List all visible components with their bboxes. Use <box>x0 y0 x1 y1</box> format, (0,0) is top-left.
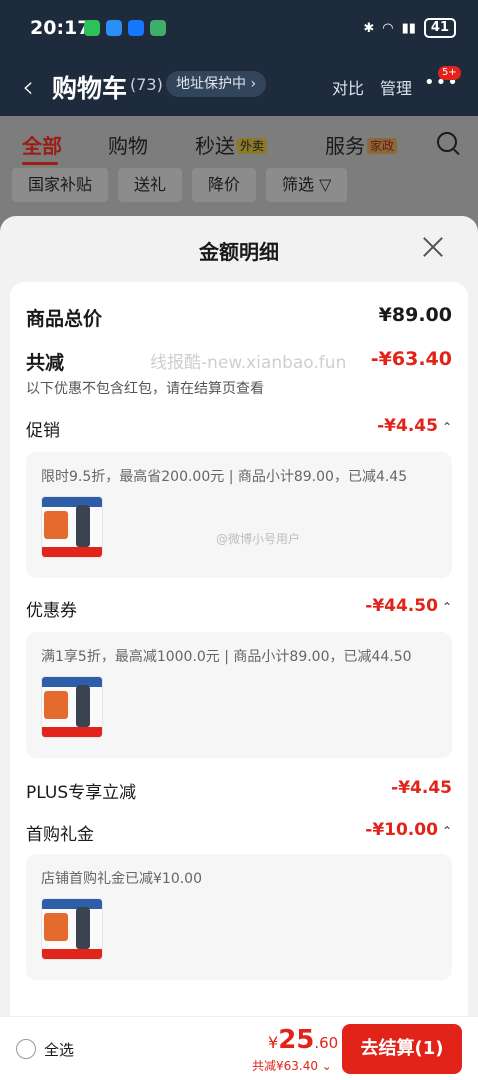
total-price: ¥25.60 <box>268 1025 338 1055</box>
thumb-footer <box>42 949 102 959</box>
tab-instant-tag: 外卖 <box>237 138 268 154</box>
coupon-label: 优惠券 <box>26 601 77 621</box>
total-value: ¥89.00 <box>378 304 452 326</box>
promo-detail: 限时9.5折，最高省200.00元 | 商品小计89.00，已减4.45 @微博… <box>26 452 452 578</box>
first-gift-detail-text: 店铺首购礼金已减¥10.00 <box>41 871 202 887</box>
price-integer: 25 <box>278 1025 315 1055</box>
sheet-title: 金额明细 <box>199 240 279 264</box>
thumb-footer <box>42 727 102 737</box>
alipay-icon <box>128 20 144 36</box>
thumb-footer <box>42 547 102 557</box>
thumb-banner <box>42 899 102 909</box>
promo-row[interactable]: 促销 -¥4.45 <box>26 416 452 442</box>
thumb-banner <box>42 497 102 507</box>
thumb-banner <box>42 677 102 687</box>
wifi-icon: ◠ <box>382 20 394 36</box>
product-thumbnail[interactable] <box>41 676 103 738</box>
address-protect-button[interactable]: 地址保护中 › <box>166 71 267 97</box>
thumb-gift-box <box>44 511 68 539</box>
coupon-detail: 满1享5折，最高减1000.0元 | 商品小计89.00，已减44.50 <box>26 632 452 758</box>
chip-gift[interactable]: 送礼 <box>118 168 183 202</box>
product-thumbnail[interactable] <box>41 898 103 960</box>
plus-label: PLUS专享立减 <box>26 783 137 803</box>
app-icon <box>150 20 166 36</box>
price-currency: ¥ <box>268 1033 279 1052</box>
chip-national-subsidy[interactable]: 国家补贴 <box>12 168 109 202</box>
thumb-gift-box <box>44 691 68 719</box>
first-gift-row[interactable]: 首购礼金 -¥10.00 <box>26 820 452 846</box>
checkout-bar: 全选 ¥25.60 共减¥63.40 ⌄ 去结算(1) <box>0 1016 478 1080</box>
cart-header: ‹ 购物车 (73) 地址保护中 › 对比 管理 ••• 5+ <box>0 60 478 116</box>
first-gift-value: -¥10.00 <box>365 820 452 840</box>
coupon-detail-text: 满1享5折，最高减1000.0元 | 商品小计89.00，已减44.50 <box>41 649 412 665</box>
thumb-bottle <box>76 907 90 949</box>
message-badge: 5+ <box>438 66 461 80</box>
status-bar: 20:17 ✱ ◠ ▮▮ 41 <box>0 0 478 60</box>
total-row: 商品总价 ¥89.00 <box>26 304 452 330</box>
select-all-label[interactable]: 全选 <box>44 1039 74 1060</box>
plus-value: -¥4.45 <box>391 778 452 798</box>
signal-icon: ▮▮ <box>401 20 416 36</box>
status-right: ✱ ◠ ▮▮ 41 <box>363 18 456 38</box>
tab-shopping[interactable]: 购物 <box>108 130 148 159</box>
tab-service-tag: 家政 <box>367 138 398 154</box>
plus-row: PLUS专享立减 -¥4.45 <box>26 778 452 804</box>
watermark: 线报酷-new.xianbao.fun <box>150 353 347 373</box>
tab-service-label: 服务 <box>325 134 365 158</box>
thumb-bottle <box>76 685 90 727</box>
tab-instant[interactable]: 秒送 外卖 <box>195 130 268 159</box>
compare-button[interactable]: 对比 <box>332 75 364 99</box>
chip-filter[interactable]: 筛选 ▽ <box>266 168 348 202</box>
coupon-value: -¥44.50 <box>365 596 452 616</box>
chip-price-drop[interactable]: 降价 <box>192 168 257 202</box>
amount-card: 商品总价 ¥89.00 共减 -¥63.40 线报酷-new.xianbao.f… <box>10 282 468 1016</box>
cart-count: (73) <box>130 75 163 94</box>
amount-detail-sheet: 金额明细 商品总价 ¥89.00 共减 -¥63.40 线报酷-new.xian… <box>0 216 478 1016</box>
first-gift-detail: 店铺首购礼金已减¥10.00 <box>26 854 452 980</box>
cart-tabs: 全部 购物 秒送 外卖 服务 家政 <box>0 124 478 165</box>
coupon-row[interactable]: 优惠券 -¥44.50 <box>26 596 452 622</box>
status-app-icons <box>84 20 166 36</box>
checkout-button[interactable]: 去结算(1) <box>342 1024 462 1074</box>
first-gift-label: 首购礼金 <box>26 825 94 845</box>
promo-value: -¥4.45 <box>377 416 452 436</box>
discount-label: 共减 <box>26 352 65 374</box>
tab-all[interactable]: 全部 <box>22 130 62 159</box>
bluetooth-icon: ✱ <box>363 20 375 36</box>
discount-note: 以下优惠不包含红包，请在结算页查看 <box>26 381 264 397</box>
search-icon[interactable] <box>437 132 457 152</box>
tab-underline <box>22 162 58 165</box>
close-icon[interactable] <box>420 234 446 260</box>
wechat-icon <box>84 20 100 36</box>
message-icon <box>106 20 122 36</box>
select-all-checkbox[interactable] <box>16 1039 36 1059</box>
weibo-watermark: @微博小号用户 <box>216 532 301 546</box>
thumb-gift-box <box>44 913 68 941</box>
promo-detail-text: 限时9.5折，最高省200.00元 | 商品小计89.00，已减4.45 <box>41 469 408 485</box>
thumb-bottle <box>76 505 90 547</box>
back-icon[interactable]: ‹ <box>22 70 34 105</box>
total-label: 商品总价 <box>26 308 103 330</box>
saved-amount-toggle[interactable]: 共减¥63.40 ⌄ <box>252 1057 332 1074</box>
status-time: 20:17 <box>30 17 91 39</box>
tab-instant-label: 秒送 <box>195 134 235 158</box>
manage-button[interactable]: 管理 <box>380 75 412 99</box>
tab-service[interactable]: 服务 家政 <box>325 130 398 159</box>
product-thumbnail[interactable] <box>41 496 103 558</box>
filter-chips: 国家补贴 送礼 降价 筛选 ▽ <box>12 168 348 202</box>
promo-label: 促销 <box>26 421 60 441</box>
battery-indicator: 41 <box>423 18 456 38</box>
discount-value: -¥63.40 <box>370 348 452 370</box>
price-decimal: .60 <box>314 1034 339 1052</box>
page-title: 购物车 <box>52 74 128 103</box>
